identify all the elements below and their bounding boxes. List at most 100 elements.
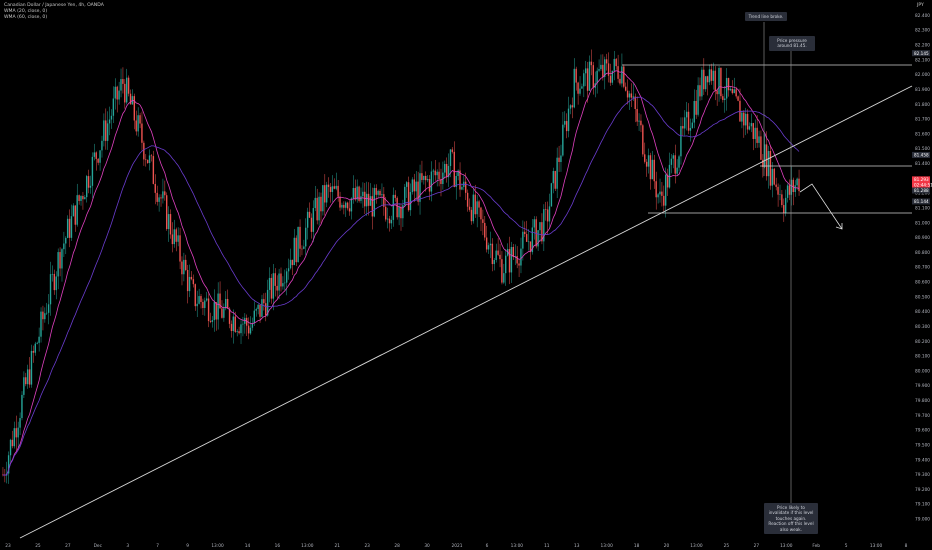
candle-body bbox=[546, 209, 549, 222]
candle-body bbox=[630, 93, 633, 98]
candle-body bbox=[687, 111, 690, 131]
candle-body bbox=[82, 195, 84, 200]
candle-body bbox=[609, 75, 612, 83]
candle-body bbox=[423, 175, 425, 180]
candle-body bbox=[124, 83, 126, 103]
candle-body bbox=[28, 369, 31, 385]
candle-body bbox=[739, 100, 741, 122]
price-tick-label: 79.900 bbox=[915, 383, 930, 389]
candle-body bbox=[316, 197, 318, 221]
candle-body bbox=[575, 68, 577, 83]
candle-body bbox=[605, 59, 608, 64]
candle-body bbox=[284, 282, 286, 284]
price-chart[interactable]: 82.400 82.300 82.200 82.100 82.000 81.900 81.8… bbox=[0, 0, 932, 550]
candle-body bbox=[215, 302, 217, 320]
time-tick-label: 25 bbox=[35, 543, 41, 549]
price-tick-label: 80.000 bbox=[915, 368, 930, 374]
candle-body bbox=[139, 115, 141, 124]
candle-body bbox=[621, 66, 623, 84]
candle-body bbox=[712, 70, 714, 81]
price-tick-label: 79.700 bbox=[915, 413, 930, 419]
price-pressure-note[interactable]: Price pressure around 81.45. bbox=[769, 36, 815, 51]
candle-body bbox=[645, 161, 648, 167]
candle-body bbox=[600, 64, 602, 70]
candle-body bbox=[42, 311, 44, 320]
candle-body bbox=[693, 100, 695, 123]
candle-body bbox=[470, 209, 473, 222]
candle-body bbox=[388, 218, 391, 224]
candle-body bbox=[786, 185, 789, 198]
candle-body bbox=[718, 67, 720, 95]
candle-body bbox=[110, 115, 113, 120]
candle-body bbox=[468, 206, 471, 210]
time-tick-label: 13:00 bbox=[870, 543, 883, 549]
candle-body bbox=[230, 323, 233, 332]
candle-body bbox=[794, 185, 796, 193]
candle-body bbox=[381, 194, 383, 196]
candle-body bbox=[405, 182, 408, 187]
candle-body bbox=[274, 273, 276, 286]
candle-body bbox=[619, 78, 621, 84]
candle-body bbox=[670, 158, 673, 165]
candle-body bbox=[680, 126, 682, 157]
time-tick-label: 23 bbox=[364, 543, 370, 549]
candle-body bbox=[232, 316, 235, 332]
candle-body bbox=[190, 276, 193, 280]
candle-body bbox=[23, 377, 25, 395]
candle-body bbox=[272, 273, 275, 299]
candle-body bbox=[756, 127, 758, 143]
candle-body bbox=[579, 88, 581, 94]
candle-body bbox=[152, 156, 155, 184]
price-tick-label: 82.400 bbox=[915, 13, 930, 19]
candle-body bbox=[411, 179, 414, 193]
candle-body bbox=[183, 259, 185, 275]
invalidate-note[interactable]: Price likely to invalidate if this level… bbox=[764, 503, 818, 535]
candle-body bbox=[714, 70, 716, 91]
candle-body bbox=[407, 182, 410, 211]
price-tick-label: 80.600 bbox=[915, 280, 930, 286]
price-tick-label: 80.800 bbox=[915, 250, 930, 256]
candle-body bbox=[165, 195, 168, 230]
candle-body bbox=[548, 206, 551, 222]
candle-body bbox=[784, 197, 787, 214]
candle-body bbox=[426, 179, 429, 181]
trend-break-note[interactable]: Trend line broke. bbox=[745, 12, 787, 22]
candle-body bbox=[26, 369, 29, 385]
candle-body bbox=[112, 98, 115, 116]
candle-body bbox=[510, 247, 513, 273]
time-tick-label: 5 bbox=[845, 543, 848, 549]
price-tick-label: 81.100 bbox=[915, 205, 930, 211]
candle-body bbox=[497, 250, 499, 255]
candle-body bbox=[584, 68, 587, 74]
candle-body bbox=[737, 96, 739, 101]
candle-body bbox=[19, 418, 21, 428]
candle-body bbox=[59, 252, 61, 269]
wma-60-legend[interactable]: WMA (60, close, 0) bbox=[4, 15, 104, 21]
candle-body bbox=[438, 171, 440, 180]
candle-body bbox=[135, 120, 137, 132]
candle-body bbox=[133, 96, 136, 121]
price-tick-label: 80.700 bbox=[915, 265, 930, 271]
time-tick-label: 21 bbox=[335, 543, 341, 549]
candle-body bbox=[777, 186, 779, 195]
candle-body bbox=[89, 185, 92, 188]
time-tick-label: Dec bbox=[94, 543, 103, 549]
candle-body bbox=[691, 122, 694, 128]
candle-body bbox=[544, 209, 547, 210]
candle-body bbox=[185, 259, 187, 271]
candle-body bbox=[350, 198, 353, 212]
candle-body bbox=[291, 259, 294, 266]
candle-body bbox=[171, 234, 174, 245]
candle-body bbox=[348, 208, 351, 212]
candle-body bbox=[581, 86, 583, 89]
candle-body bbox=[68, 218, 71, 238]
candle-body bbox=[704, 76, 707, 90]
candle-body bbox=[415, 181, 417, 192]
candle-body bbox=[192, 279, 195, 285]
candle-body bbox=[752, 123, 754, 139]
price-axis[interactable]: 82.400 82.300 82.200 82.100 82.000 81.900 81.8… bbox=[915, 13, 930, 523]
candle-body bbox=[634, 96, 636, 110]
candle-body bbox=[331, 186, 334, 192]
candle-body bbox=[613, 58, 615, 71]
candle-body bbox=[735, 89, 737, 97]
